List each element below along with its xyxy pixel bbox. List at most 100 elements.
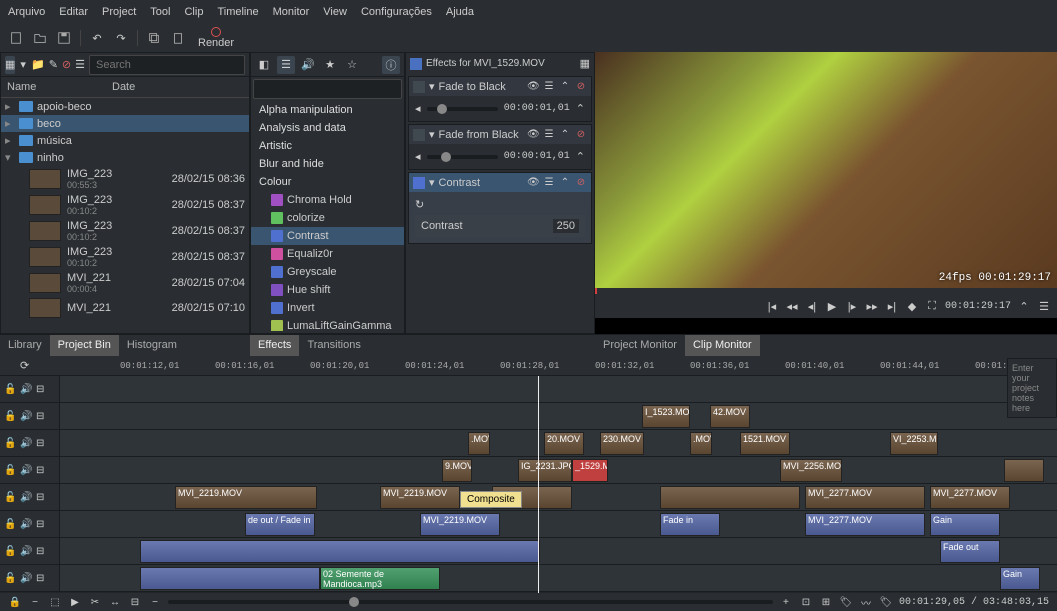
- timeline-clip[interactable]: .MOV: [468, 432, 490, 455]
- marker-icon[interactable]: ◆: [905, 300, 919, 313]
- timeline-clip[interactable]: I_1523.MOV: [642, 405, 690, 428]
- timeline-clip[interactable]: 9.MOV: [442, 459, 472, 482]
- open-icon[interactable]: [32, 30, 48, 46]
- keyframe-prev-icon[interactable]: ◂: [415, 102, 421, 115]
- hide-icon[interactable]: ⊟: [36, 546, 48, 557]
- sb-snap-icon[interactable]: ⊞: [819, 597, 833, 608]
- timeline-clip[interactable]: Fade in: [660, 513, 720, 536]
- timeline-clip[interactable]: MVI_2277.MOV: [805, 486, 925, 509]
- fx-list[interactable]: Alpha manipulation Analysis and data Art…: [251, 101, 404, 331]
- up-icon[interactable]: ⌃: [559, 81, 571, 92]
- hide-icon[interactable]: ⊟: [36, 384, 48, 395]
- fade-slider[interactable]: [427, 107, 498, 111]
- sb-cursor-icon[interactable]: ⬚: [48, 597, 62, 608]
- lock-icon[interactable]: 🔓: [4, 411, 16, 422]
- rewind-icon[interactable]: ◂◂: [785, 300, 799, 313]
- new-icon[interactable]: [8, 30, 24, 46]
- ffwd-icon[interactable]: ▸▸: [865, 300, 879, 313]
- bin-add-folder-icon[interactable]: 📁: [31, 56, 45, 74]
- sb-spacer-icon[interactable]: ↔: [108, 597, 122, 608]
- hide-icon[interactable]: ⊟: [36, 411, 48, 422]
- fx-list-icon[interactable]: ☰: [277, 56, 295, 74]
- menu-icon[interactable]: ☰: [543, 129, 555, 140]
- tab-library[interactable]: Library: [0, 335, 50, 356]
- tab-clip-monitor[interactable]: Clip Monitor: [685, 335, 760, 356]
- undo-icon[interactable]: ↶: [89, 30, 105, 46]
- goto-end-icon[interactable]: ▸|: [885, 300, 899, 313]
- sb-zoomout-icon[interactable]: −: [148, 597, 162, 608]
- bin-delete-icon[interactable]: ⊘: [62, 56, 71, 74]
- paste-icon[interactable]: [170, 30, 186, 46]
- sb-thumb-icon[interactable]: 🏷: [839, 597, 853, 608]
- folder-row[interactable]: ▸música: [1, 132, 249, 149]
- fx-item[interactable]: LumaLiftGainGamma: [251, 317, 404, 331]
- clip-row[interactable]: IMG_22300:10:228/02/15 08:37: [1, 192, 249, 218]
- monitor-timecode[interactable]: 00:01:29:17: [945, 301, 1011, 312]
- fx-search-input[interactable]: [253, 79, 402, 99]
- delete-icon[interactable]: ⊘: [575, 177, 587, 188]
- fx-category[interactable]: Analysis and data: [251, 119, 404, 137]
- step-back-icon[interactable]: ◂|: [805, 300, 819, 313]
- timeline-clip[interactable]: MVI_2256.MOV: [780, 459, 842, 482]
- sb-play-icon[interactable]: ▶: [68, 597, 82, 608]
- hide-icon[interactable]: ⊟: [36, 492, 48, 503]
- bin-menu-icon[interactable]: ☰: [75, 56, 85, 74]
- bin-tree-icon[interactable]: ▦: [5, 56, 15, 74]
- bin-col-name[interactable]: Name: [7, 81, 112, 93]
- mute-icon[interactable]: 🔊: [20, 573, 32, 584]
- timeline-clip[interactable]: [140, 567, 320, 590]
- mute-icon[interactable]: 🔊: [20, 492, 32, 503]
- fx-category[interactable]: Blur and hide: [251, 155, 404, 173]
- timeline-clip[interactable]: _1529.MOV: [572, 459, 608, 482]
- fx-item[interactable]: Contrast: [251, 227, 404, 245]
- menu-arquivo[interactable]: Arquivo: [8, 6, 45, 18]
- menu-clip[interactable]: Clip: [184, 6, 203, 18]
- bin-col-date[interactable]: Date: [112, 81, 135, 93]
- menu-timeline[interactable]: Timeline: [217, 6, 258, 18]
- timeline-clip[interactable]: de out / Fade in: [245, 513, 315, 536]
- project-notes[interactable]: Enter your project notes here: [1007, 358, 1057, 418]
- monitor-image[interactable]: 24fps 00:01:29:17: [595, 52, 1057, 288]
- spin-icon[interactable]: ⌃: [576, 102, 585, 115]
- mute-icon[interactable]: 🔊: [20, 384, 32, 395]
- up-icon[interactable]: ⌃: [559, 177, 571, 188]
- fx-category[interactable]: Colour: [251, 173, 404, 191]
- lock-icon[interactable]: 🔓: [4, 519, 16, 530]
- sb-overwrite-icon[interactable]: ⊟: [128, 597, 142, 608]
- clip-row[interactable]: MVI_22128/02/15 07:10: [1, 296, 249, 320]
- sb-lock-icon[interactable]: 🔒: [8, 597, 22, 608]
- lock-icon[interactable]: 🔓: [4, 546, 16, 557]
- fade-slider[interactable]: [427, 155, 498, 159]
- timeline-clip[interactable]: MVI_2277.MOV: [930, 486, 1010, 509]
- fx-info-icon[interactable]: ⓘ: [382, 56, 400, 74]
- timeline-clip[interactable]: [140, 540, 540, 563]
- fx-item[interactable]: Chroma Hold: [251, 191, 404, 209]
- zoom-icon[interactable]: ⛶: [925, 300, 939, 313]
- clip-row[interactable]: IMG_22300:10:228/02/15 08:37: [1, 218, 249, 244]
- fx-item[interactable]: Greyscale: [251, 263, 404, 281]
- menu-icon[interactable]: ☰: [543, 177, 555, 188]
- timeline-tracks[interactable]: 🔓🔊⊟ 🔓🔊⊟I_1523.MOV42.MOV 🔓🔊⊟.MOV20.MOV230…: [0, 376, 1057, 593]
- timeline-clip[interactable]: Gain: [930, 513, 1000, 536]
- clip-row[interactable]: IMG_22300:10:228/02/15 08:37: [1, 244, 249, 270]
- timeline-clip[interactable]: VI_2253.MOV: [890, 432, 938, 455]
- hide-icon[interactable]: ⊟: [36, 465, 48, 476]
- lock-icon[interactable]: 🔓: [4, 438, 16, 449]
- sb-zoomin-icon[interactable]: +: [779, 597, 793, 608]
- spin-icon[interactable]: ⌃: [576, 150, 585, 163]
- fx-star2-icon[interactable]: ☆: [343, 56, 361, 74]
- zoom-slider[interactable]: [168, 600, 773, 604]
- folder-row[interactable]: ▸beco: [1, 115, 249, 132]
- bin-search-input[interactable]: [89, 55, 245, 75]
- menu-icon[interactable]: ☰: [543, 81, 555, 92]
- fx-star-icon[interactable]: ★: [321, 56, 339, 74]
- goto-start-icon[interactable]: |◂: [765, 300, 779, 313]
- step-fwd-icon[interactable]: |▸: [845, 300, 859, 313]
- lock-icon[interactable]: 🔓: [4, 492, 16, 503]
- eye-icon[interactable]: 👁: [527, 129, 539, 140]
- save-icon[interactable]: [56, 30, 72, 46]
- bin-dropdown-icon[interactable]: ▾: [19, 56, 27, 74]
- fx-item[interactable]: Hue shift: [251, 281, 404, 299]
- timeline-clip[interactable]: Gain: [1000, 567, 1040, 590]
- folder-row[interactable]: ▸apoio-beco: [1, 98, 249, 115]
